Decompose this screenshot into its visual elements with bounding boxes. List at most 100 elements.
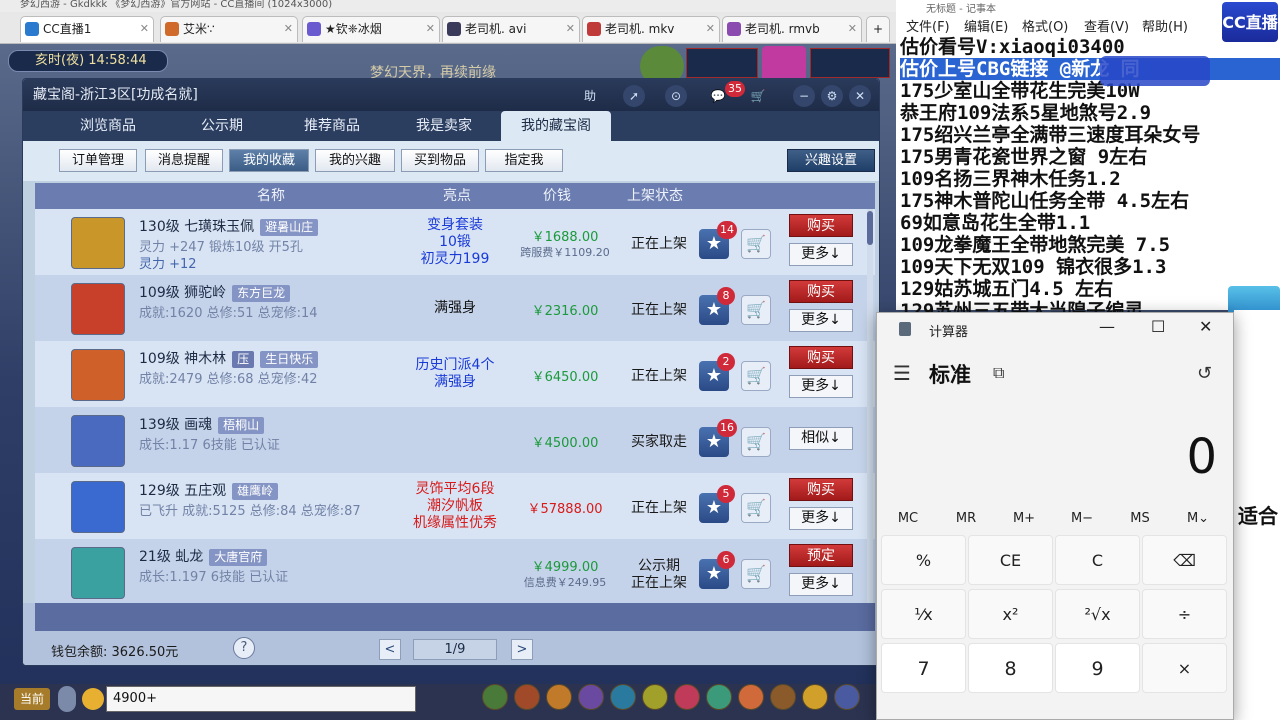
memory-store-button[interactable]: MS	[1111, 511, 1169, 526]
menu-file[interactable]: 文件(F)	[906, 16, 950, 35]
system-icon[interactable]	[738, 684, 764, 710]
keep-on-top-icon[interactable]: ⧉	[993, 363, 1004, 383]
digit-8-key[interactable]: 8	[968, 643, 1053, 693]
digit-7-key[interactable]: 7	[881, 643, 966, 693]
more-button[interactable]: 相似↓	[789, 427, 853, 450]
clear-key[interactable]: C	[1055, 535, 1140, 585]
record-icon[interactable]: ⊙	[665, 85, 687, 107]
browser-tab-3[interactable]: ★钦❈冰烟 ✕	[302, 16, 440, 42]
close-icon[interactable]: ✕	[849, 85, 871, 107]
more-button[interactable]: 更多↓	[789, 375, 853, 398]
square-key[interactable]: x²	[968, 589, 1053, 639]
map-icon[interactable]	[706, 684, 732, 710]
channel-button[interactable]: 当前	[14, 688, 50, 710]
menu-format[interactable]: 格式(O)	[1022, 16, 1068, 35]
designated-button[interactable]: 指定我	[485, 149, 563, 172]
notifications-button[interactable]: 消息提醒	[145, 149, 223, 172]
multiply-key[interactable]: ×	[1142, 643, 1227, 693]
menu-icon[interactable]	[834, 684, 860, 710]
browser-tab-4[interactable]: 老司机. avi ✕	[442, 16, 580, 42]
friend-icon[interactable]	[610, 684, 636, 710]
item-name[interactable]: 21级 虬龙	[139, 549, 203, 565]
close-tab-icon[interactable]: ✕	[426, 17, 435, 41]
buy-button[interactable]: 购买	[789, 280, 853, 303]
item-name[interactable]: 130级 七璜珠玉佩	[139, 219, 254, 235]
quest-icon[interactable]	[642, 684, 668, 710]
maximize-icon[interactable]: ☐	[1151, 317, 1165, 336]
close-tab-icon[interactable]: ✕	[284, 17, 293, 41]
add-to-cart-icon[interactable]: 🛒	[741, 361, 771, 391]
memory-clear-button[interactable]: MC	[879, 511, 937, 526]
shortcut-icon[interactable]	[482, 684, 508, 710]
favorites-button[interactable]: 我的收藏	[229, 149, 309, 172]
browser-tab-2[interactable]: 艾米∵ ✕	[160, 16, 298, 42]
microphone-icon[interactable]	[58, 686, 76, 712]
table-row[interactable]: 109级 神木林压生日快乐 成就:2479 总修:68 总宠修:42 历史门派4个满…	[35, 341, 875, 407]
hamburger-menu-icon[interactable]: ☰	[893, 361, 911, 385]
item-thumbnail[interactable]	[71, 217, 125, 269]
digit-9-key[interactable]: 9	[1055, 643, 1140, 693]
col-status[interactable]: 上架状态	[627, 183, 683, 209]
table-scrollbar[interactable]	[867, 209, 873, 603]
browser-tab-6[interactable]: 老司机. rmvb ✕	[722, 16, 862, 42]
item-name[interactable]: 129级 五庄观	[139, 483, 226, 499]
menu-edit[interactable]: 编辑(E)	[964, 16, 1008, 35]
team-icon[interactable]	[578, 684, 604, 710]
tab-public-period[interactable]: 公示期	[167, 111, 277, 141]
scrollbar-thumb[interactable]	[867, 211, 873, 245]
gift-icon[interactable]	[674, 684, 700, 710]
more-button[interactable]: 更多↓	[789, 309, 853, 332]
new-tab-button[interactable]: +	[866, 16, 890, 42]
col-name[interactable]: 名称	[257, 183, 285, 209]
divide-key[interactable]: ÷	[1142, 589, 1227, 639]
item-thumbnail[interactable]	[71, 547, 125, 599]
help-button[interactable]: ?	[233, 637, 255, 659]
skill-icon[interactable]	[546, 684, 572, 710]
interests-button[interactable]: 我的兴趣	[315, 149, 395, 172]
item-name[interactable]: 109级 狮驼岭	[139, 285, 226, 301]
emoji-icon[interactable]	[82, 688, 104, 710]
table-row[interactable]: 130级 七璜珠玉佩 避暑山庄 灵力 +247 锻炼10级 开5孔 灵力 +12 变身套…	[35, 209, 875, 275]
buy-button[interactable]: 预定	[789, 544, 853, 567]
backspace-key[interactable]: ⌫	[1142, 535, 1227, 585]
close-tab-icon[interactable]: ✕	[848, 17, 857, 41]
menu-help[interactable]: 帮助(H)	[1142, 16, 1188, 35]
help-icon[interactable]: 助	[579, 85, 601, 107]
memory-add-button[interactable]: M+	[995, 511, 1053, 526]
item-thumbnail[interactable]	[71, 481, 125, 533]
more-button[interactable]: 更多↓	[789, 573, 853, 596]
bag-icon[interactable]	[514, 684, 540, 710]
add-to-cart-icon[interactable]: 🛒	[741, 229, 771, 259]
memory-recall-button[interactable]: MR	[937, 511, 995, 526]
tab-seller[interactable]: 我是卖家	[389, 111, 499, 141]
notepad-text-area[interactable]: 估价看号V:xiaoqi03400 估价上号CBG链接 @新龙 同 175少室山全带…	[900, 36, 1280, 322]
item-thumbnail[interactable]	[71, 349, 125, 401]
table-row[interactable]: 21级 虬龙 大唐官府 成长:1.197 6技能 已认证 ￥4999.00 信息费￥24…	[35, 539, 875, 603]
browser-tab-1[interactable]: CC直播1 ✕	[20, 16, 154, 42]
orders-button[interactable]: 订单管理	[59, 149, 137, 172]
close-icon[interactable]: ✕	[1199, 317, 1212, 336]
add-to-cart-icon[interactable]: 🛒	[741, 295, 771, 325]
more-button[interactable]: 更多↓	[789, 507, 853, 530]
tab-my-pavilion[interactable]: 我的藏宝阁	[501, 111, 611, 141]
table-row[interactable]: 139级 画魂 梧桐山 成长:1.17 6技能 已认证 ￥4500.00 买家取走 ★ 16…	[35, 407, 875, 473]
item-name[interactable]: 139级 画魂	[139, 417, 212, 433]
cart-icon[interactable]: 🛒	[747, 85, 769, 107]
chat-input[interactable]: 4900+	[106, 686, 416, 712]
memory-subtract-button[interactable]: M−	[1053, 511, 1111, 526]
tab-recommended[interactable]: 推荐商品	[277, 111, 387, 141]
close-tab-icon[interactable]: ✕	[140, 17, 149, 41]
minimize-icon[interactable]: —	[1099, 317, 1115, 336]
buy-button[interactable]: 购买	[789, 214, 853, 237]
percent-key[interactable]: %	[881, 535, 966, 585]
item-name[interactable]: 109级 神木林	[139, 351, 226, 367]
col-price[interactable]: 价钱	[543, 183, 571, 209]
close-tab-icon[interactable]: ✕	[706, 17, 715, 41]
item-thumbnail[interactable]	[71, 283, 125, 335]
add-to-cart-icon[interactable]: 🛒	[741, 559, 771, 589]
add-to-cart-icon[interactable]: 🛒	[741, 493, 771, 523]
minimize-icon[interactable]: −	[793, 85, 815, 107]
buy-button[interactable]: 购买	[789, 346, 853, 369]
reciprocal-key[interactable]: ¹⁄x	[881, 589, 966, 639]
settings-gear-icon[interactable]: ⚙	[821, 85, 843, 107]
